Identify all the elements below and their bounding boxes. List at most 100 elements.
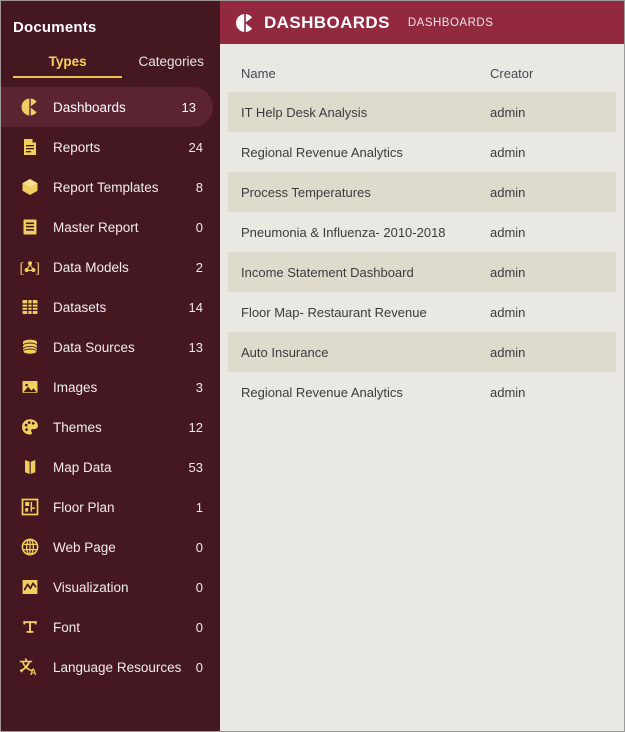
sidebar-item-data-sources[interactable]: Data Sources 13 bbox=[1, 327, 220, 367]
cell-name: Auto Insurance bbox=[241, 344, 329, 360]
sidebar-item-count: 0 bbox=[195, 619, 203, 635]
cell-name: Floor Map- Restaurant Revenue bbox=[241, 304, 427, 320]
map-icon bbox=[19, 456, 41, 478]
cell-name: Regional Revenue Analytics bbox=[241, 384, 403, 400]
table-body: IT Help Desk Analysis admin Regional Reven… bbox=[220, 92, 624, 412]
translate-icon: 文 A bbox=[19, 656, 41, 678]
table-row[interactable]: Regional Revenue Analytics admin bbox=[228, 132, 616, 172]
tab-types[interactable]: Types bbox=[13, 50, 123, 78]
data-model-icon: [ ] bbox=[19, 256, 41, 278]
master-document-icon bbox=[19, 216, 41, 238]
font-icon bbox=[19, 616, 41, 638]
cell-creator: admin bbox=[490, 224, 526, 240]
sidebar-item-master-report[interactable]: Master Report 0 bbox=[1, 207, 220, 247]
sidebar-item-visualization[interactable]: Visualization 0 bbox=[1, 567, 220, 607]
column-header-name: Name bbox=[241, 65, 276, 81]
sidebar-item-label: Themes bbox=[53, 419, 102, 435]
cell-creator: admin bbox=[490, 184, 526, 200]
sidebar-item-label: Master Report bbox=[53, 219, 139, 235]
cell-name: Pneumonia & Influenza- 2010-2018 bbox=[241, 224, 446, 240]
table-row[interactable]: Pneumonia & Influenza- 2010-2018 admin bbox=[228, 212, 616, 252]
cell-creator: admin bbox=[490, 304, 526, 320]
palette-icon bbox=[19, 416, 41, 438]
cell-creator: admin bbox=[490, 104, 526, 120]
sidebar-item-count: 0 bbox=[195, 219, 203, 235]
sidebar-item-count: 0 bbox=[195, 579, 203, 595]
sidebar-item-datasets[interactable]: Datasets 14 bbox=[1, 287, 220, 327]
page-title: DASHBOARDS bbox=[264, 12, 390, 32]
table-row[interactable]: Regional Revenue Analytics admin bbox=[228, 372, 616, 412]
sidebar-item-label: Dashboards bbox=[53, 99, 126, 115]
sidebar-item-themes[interactable]: Themes 12 bbox=[1, 407, 220, 447]
sidebar-item-count: 3 bbox=[195, 379, 203, 395]
sidebar-item-label: Visualization bbox=[53, 579, 129, 595]
grid-table-icon bbox=[19, 296, 41, 318]
svg-text:A: A bbox=[30, 667, 37, 677]
table-row[interactable]: IT Help Desk Analysis admin bbox=[228, 92, 616, 132]
cell-name: IT Help Desk Analysis bbox=[241, 104, 368, 120]
sidebar-tabs: Types Categories bbox=[1, 50, 220, 78]
tab-categories[interactable]: Categories bbox=[122, 50, 220, 78]
application-window: Documents Types Categories Dashboards 13 … bbox=[0, 0, 625, 732]
sidebar-item-count: 2 bbox=[195, 259, 203, 275]
sidebar-item-label: Floor Plan bbox=[53, 499, 115, 515]
sidebar-item-label: Images bbox=[53, 379, 98, 395]
pie-chart-icon bbox=[19, 96, 41, 118]
breadcrumb: DASHBOARDS bbox=[407, 16, 494, 29]
sidebar-item-count: 53 bbox=[188, 459, 203, 475]
sidebar-item-reports[interactable]: Reports 24 bbox=[1, 127, 220, 167]
sidebar-item-label: Web Page bbox=[53, 539, 116, 555]
sidebar-title: Documents bbox=[13, 19, 97, 36]
floor-plan-icon bbox=[19, 496, 41, 518]
cell-creator: admin bbox=[490, 264, 526, 280]
table-header-row: Name Creator bbox=[228, 54, 616, 92]
cell-creator: admin bbox=[490, 344, 526, 360]
sidebar-item-data-models[interactable]: [ ] Data Models 2 bbox=[1, 247, 220, 287]
sidebar: Documents Types Categories Dashboards 13 … bbox=[1, 1, 220, 731]
sidebar-item-label: Data Models bbox=[53, 259, 129, 275]
sidebar-item-report-templates[interactable]: Report Templates 8 bbox=[1, 167, 220, 207]
table-row[interactable]: Income Statement Dashboard admin bbox=[228, 252, 616, 292]
sidebar-item-label: Reports bbox=[53, 139, 101, 155]
cell-name: Regional Revenue Analytics bbox=[241, 144, 403, 160]
sidebar-item-map-data[interactable]: Map Data 53 bbox=[1, 447, 220, 487]
sidebar-item-label: Font bbox=[53, 619, 81, 635]
database-icon bbox=[19, 336, 41, 358]
main-content: DASHBOARDS DASHBOARDS Name Creator IT He… bbox=[220, 1, 624, 731]
sidebar-item-count: 14 bbox=[188, 299, 203, 315]
sidebar-item-count: 1 bbox=[195, 499, 203, 515]
sidebar-item-count: 0 bbox=[195, 659, 203, 675]
pie-chart-icon bbox=[234, 12, 255, 33]
sidebar-item-language-resources[interactable]: 文 A Language Resources 0 bbox=[1, 647, 220, 687]
main-header: DASHBOARDS DASHBOARDS bbox=[220, 1, 624, 44]
sidebar-item-count: 12 bbox=[188, 419, 203, 435]
sidebar-item-label: Map Data bbox=[53, 459, 112, 475]
sidebar-item-count: 8 bbox=[195, 179, 203, 195]
globe-icon bbox=[19, 536, 41, 558]
table-row[interactable]: Auto Insurance admin bbox=[228, 332, 616, 372]
svg-text:[: [ bbox=[20, 261, 25, 277]
sidebar-item-label: Data Sources bbox=[53, 339, 135, 355]
cell-creator: admin bbox=[490, 384, 526, 400]
documents-table: Name Creator IT Help Desk Analysis admin R… bbox=[220, 44, 624, 731]
svg-text:]: ] bbox=[35, 261, 40, 277]
document-icon bbox=[19, 136, 41, 158]
table-row[interactable]: Process Temperatures admin bbox=[228, 172, 616, 212]
line-chart-icon bbox=[19, 576, 41, 598]
table-row[interactable]: Floor Map- Restaurant Revenue admin bbox=[228, 292, 616, 332]
sidebar-item-images[interactable]: Images 3 bbox=[1, 367, 220, 407]
sidebar-item-count: 24 bbox=[188, 139, 203, 155]
sidebar-item-count: 13 bbox=[181, 99, 196, 115]
sidebar-item-count: 0 bbox=[195, 539, 203, 555]
sidebar-item-web-page[interactable]: Web Page 0 bbox=[1, 527, 220, 567]
sidebar-item-floor-plan[interactable]: Floor Plan 1 bbox=[1, 487, 220, 527]
sidebar-item-dashboards[interactable]: Dashboards 13 bbox=[1, 87, 213, 127]
sidebar-item-count: 13 bbox=[188, 339, 203, 355]
sidebar-item-label: Language Resources bbox=[53, 659, 182, 675]
cell-name: Process Temperatures bbox=[241, 184, 371, 200]
image-icon bbox=[19, 376, 41, 398]
tab-categories-label: Categories bbox=[138, 54, 204, 69]
box-icon bbox=[19, 176, 41, 198]
sidebar-item-label: Report Templates bbox=[53, 179, 159, 195]
sidebar-item-font[interactable]: Font 0 bbox=[1, 607, 220, 647]
